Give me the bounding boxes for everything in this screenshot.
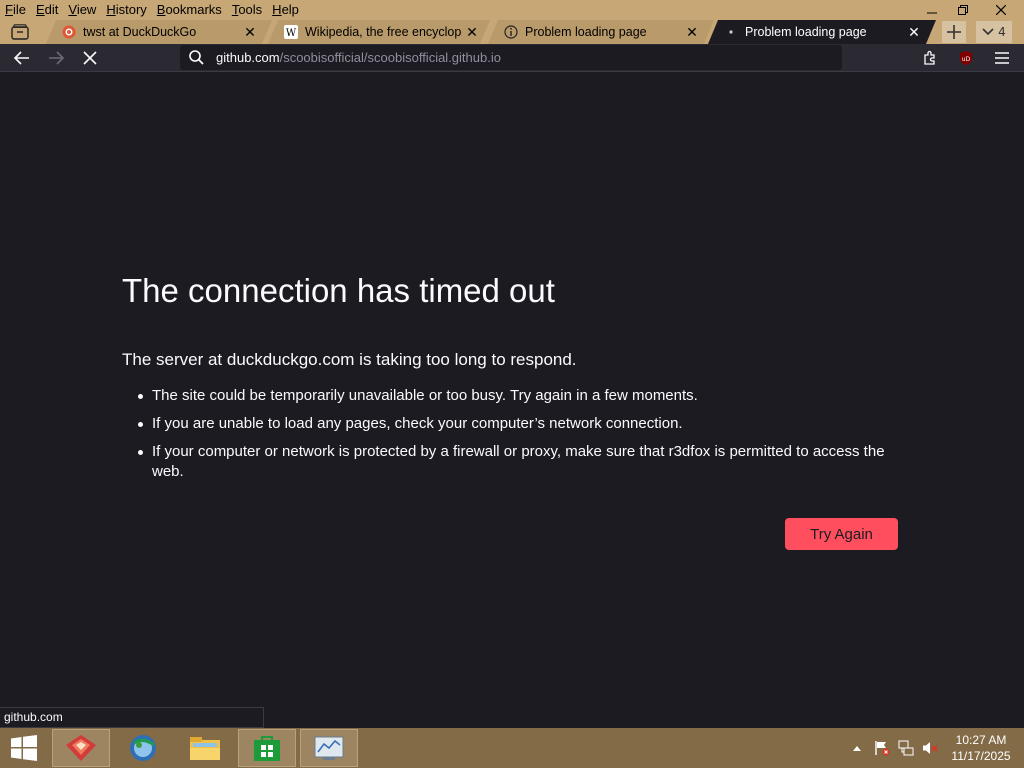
error-title: The connection has timed out <box>122 272 555 309</box>
forward-arrow-icon <box>49 51 64 65</box>
tab-close-icon[interactable]: ✕ <box>682 24 702 41</box>
tab-close-icon[interactable]: ✕ <box>240 24 260 41</box>
monitor-chart-icon <box>314 736 344 760</box>
restore-icon <box>957 5 968 15</box>
menu-tools[interactable]: Tools <box>227 0 267 20</box>
try-again-button[interactable]: Try Again <box>785 518 898 550</box>
error-page: The connection has timed out The server … <box>0 72 1024 728</box>
tab-overview-button[interactable] <box>6 22 34 42</box>
taskbar-store[interactable] <box>238 729 296 767</box>
clock-time: 10:27 AM <box>955 733 1007 747</box>
tab-label: Wikipedia, the free encyclopedi <box>305 25 462 39</box>
duckduckgo-icon <box>62 25 76 39</box>
menu-bookmarks[interactable]: Bookmarks <box>152 0 227 20</box>
taskbar-file-explorer[interactable] <box>176 729 234 767</box>
forward-button[interactable] <box>44 47 68 69</box>
menu-help[interactable]: Help <box>267 0 304 20</box>
new-tab-button[interactable] <box>942 21 966 43</box>
windows-logo-icon <box>11 735 37 761</box>
network-icon <box>898 740 914 756</box>
taskbar-resource-monitor[interactable] <box>300 729 358 767</box>
loading-dot-icon <box>724 25 738 39</box>
menu-history[interactable]: History <box>101 0 151 20</box>
system-clock[interactable]: 10:27 AM 11/17/2025 <box>946 732 1016 764</box>
tab-close-icon[interactable]: ✕ <box>462 24 482 41</box>
action-center-flag[interactable] <box>872 728 892 768</box>
stop-icon <box>83 51 97 65</box>
taskbar: 10:27 AM 11/17/2025 <box>0 728 1024 768</box>
nav-toolbar: github.com/scoobisofficial/scoobisoffici… <box>0 44 1024 72</box>
close-icon <box>996 5 1006 15</box>
svg-text:uD: uD <box>962 56 971 63</box>
minimize-button[interactable] <box>916 0 947 20</box>
minimize-icon <box>926 12 937 14</box>
globe-browser-icon <box>130 735 156 761</box>
volume-tray[interactable] <box>920 728 940 768</box>
tab-count: 4 <box>998 25 1006 39</box>
tab-duckduckgo[interactable]: twst at DuckDuckGo ✕ <box>46 20 272 44</box>
url-bar[interactable]: github.com/scoobisofficial/scoobisoffici… <box>180 45 842 70</box>
plus-icon <box>947 25 961 39</box>
puzzle-icon <box>924 50 935 65</box>
menu-file[interactable]: File <box>0 0 31 20</box>
url-host: github.com <box>216 50 280 65</box>
menu-edit[interactable]: Edit <box>31 0 63 20</box>
svg-text:W: W <box>286 28 297 39</box>
network-tray[interactable] <box>896 728 916 768</box>
tab-active-problem-loading[interactable]: Problem loading page ✕ <box>708 20 936 44</box>
restore-button[interactable] <box>947 0 978 20</box>
chevron-down-icon <box>982 28 994 36</box>
menu-bar: File Edit View History Bookmarks Tools H… <box>0 0 1024 20</box>
url-path: /scoobisofficial/scoobisofficial.github.… <box>279 50 501 65</box>
tab-problem-loading[interactable]: Problem loading page ✕ <box>488 20 714 44</box>
app-menu-button[interactable] <box>990 47 1014 69</box>
tab-label: Problem loading page <box>745 25 867 39</box>
hamburger-menu-icon <box>995 52 1009 64</box>
taskbar-browser[interactable] <box>114 729 172 767</box>
status-panel: github.com <box>0 707 264 728</box>
tab-strip: twst at DuckDuckGo ✕ W Wikipedia, the fr… <box>0 20 1024 44</box>
store-icon <box>254 736 280 761</box>
r3dfox-icon <box>66 735 96 761</box>
stop-button[interactable] <box>78 47 102 69</box>
info-icon <box>504 25 518 39</box>
error-suggestions: The site could be temporarily unavailabl… <box>138 386 898 490</box>
flag-alert-icon <box>875 741 890 756</box>
taskbar-r3dfox[interactable] <box>52 729 110 767</box>
error-subtitle: The server at duckduckgo.com is taking t… <box>122 350 577 369</box>
folder-icon <box>190 737 220 760</box>
clock-date: 11/17/2025 <box>951 749 1011 763</box>
window-controls <box>916 0 1024 20</box>
tab-close-icon[interactable]: ✕ <box>904 24 924 41</box>
suggestion-item: The site could be temporarily unavailabl… <box>138 386 898 406</box>
tabs-overview-icon <box>11 24 29 40</box>
back-button[interactable] <box>10 47 34 69</box>
menu-view[interactable]: View <box>63 0 101 20</box>
tab-wikipedia[interactable]: W Wikipedia, the free encyclopedi ✕ <box>268 20 490 44</box>
ublock-button[interactable]: uD <box>954 47 978 69</box>
ublock-origin-icon: uD <box>960 51 972 65</box>
wikipedia-icon: W <box>284 25 298 39</box>
volume-muted-icon <box>923 742 938 754</box>
search-icon <box>186 50 206 65</box>
suggestion-item: If your computer or network is protected… <box>138 442 898 482</box>
suggestion-item: If you are unable to load any pages, che… <box>138 414 898 434</box>
start-button[interactable] <box>0 728 48 768</box>
extensions-button[interactable] <box>918 47 942 69</box>
tab-list-button[interactable]: 4 <box>976 21 1012 43</box>
tab-label: twst at DuckDuckGo <box>83 25 197 39</box>
close-window-button[interactable] <box>978 0 1024 20</box>
show-hidden-icons-button[interactable] <box>850 728 864 768</box>
url-text: github.com/scoobisofficial/scoobisoffici… <box>216 50 501 65</box>
tab-label: Problem loading page <box>525 25 647 39</box>
chevron-up-icon <box>853 746 861 751</box>
back-arrow-icon <box>14 51 29 65</box>
